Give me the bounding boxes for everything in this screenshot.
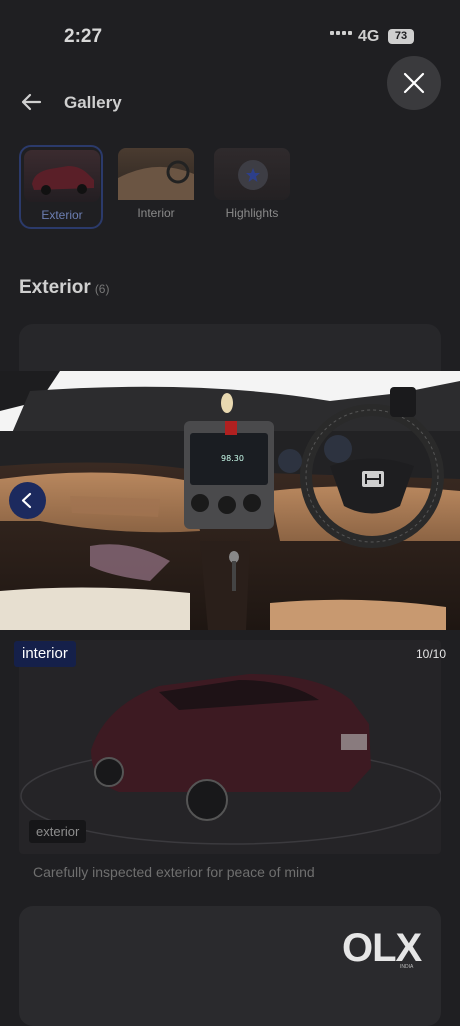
interior-thumbnail: [118, 148, 194, 200]
back-button[interactable]: [20, 92, 42, 117]
section-title: Exterior (6): [19, 277, 109, 299]
previous-photo-button[interactable]: [9, 482, 46, 519]
photo-counter: 10/10: [415, 647, 446, 661]
photo-caption: interior: [14, 641, 76, 667]
tab-interior[interactable]: Interior: [115, 145, 197, 227]
card-description: Carefully inspected exterior for peace o…: [33, 864, 315, 880]
arrow-left-icon: [21, 93, 42, 111]
chevron-left-icon: [21, 492, 32, 509]
tab-exterior[interactable]: Exterior: [19, 145, 103, 229]
battery-icon: 73: [388, 29, 414, 44]
exterior-tag: exterior: [29, 820, 87, 843]
radio-display: 98.30: [221, 454, 244, 463]
tab-label: Highlights: [225, 206, 279, 220]
olx-logo-sub: INDIA: [400, 964, 414, 970]
car-interior-image: 98.30: [0, 371, 460, 630]
tab-highlights[interactable]: Highlights: [211, 145, 293, 227]
exterior-thumbnail: [24, 150, 100, 202]
status-time: 2:27: [64, 26, 103, 47]
page-title: Gallery: [64, 93, 122, 112]
tab-label: Exterior: [41, 208, 83, 222]
star-badge: [238, 160, 268, 190]
signal-icon: [330, 31, 352, 35]
close-button[interactable]: [387, 56, 441, 110]
section-title-text: Exterior: [19, 277, 91, 298]
close-icon: [403, 72, 425, 94]
status-bar: 2:27 4G 73: [0, 0, 460, 70]
highlights-thumbnail: [214, 148, 290, 200]
section-count: (6): [94, 282, 110, 296]
tab-label: Interior: [137, 206, 175, 220]
network-type: 4G: [358, 28, 380, 45]
main-photo[interactable]: 98.30: [0, 371, 460, 630]
star-icon: [246, 168, 260, 182]
